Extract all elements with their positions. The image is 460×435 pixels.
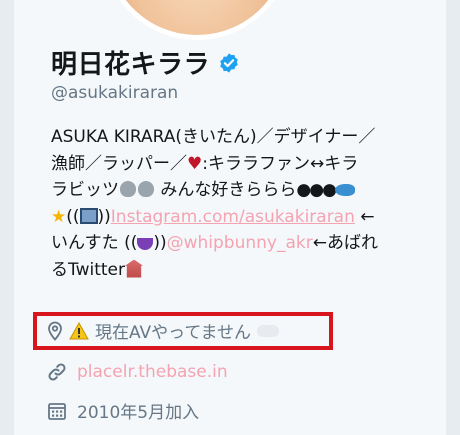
bio-line: ラビッツ みんな好きららら●●● (51, 177, 431, 204)
bio-text: ASUKA KIRARA(きいたん)／デザイナー／ (51, 127, 376, 147)
joined-text: 2010年5月加入 (77, 403, 200, 423)
rabbit-icon (138, 181, 154, 197)
rabbit-icon (120, 181, 136, 197)
star-icon: ★ (51, 206, 67, 227)
location-pin-icon (47, 321, 63, 341)
cloud-icon (256, 324, 279, 337)
frame-icon (79, 207, 98, 224)
verified-badge-icon (218, 52, 240, 74)
bio-text: (( (66, 206, 80, 227)
bio-line: るTwitter (51, 257, 431, 284)
hearts-icon: ●●● (296, 180, 336, 200)
instagram-link[interactable]: Instagram.com/asukakiraran (111, 207, 355, 227)
bio-text: ラビッツ (51, 180, 119, 200)
profile-location: 現在AVやってません (47, 318, 279, 343)
bikini-icon (137, 238, 154, 250)
bio-line: 漁師／ラッパー／♥:キララファン↔キラ (51, 151, 431, 178)
profile-joined: 2010年5月加入 (47, 398, 199, 423)
website-link[interactable]: placelr.thebase.in (77, 362, 228, 382)
name-row: 明日花キララ (51, 44, 240, 81)
profile-avatar[interactable] (102, 0, 292, 40)
profile-handle: @asukakiraran (51, 83, 179, 103)
location-text: 現在AVやってません (95, 323, 251, 343)
bio-text: 漁師／ラッパー／ (51, 153, 187, 174)
bio-text: いんすた (( (51, 233, 138, 253)
profile-website: placelr.thebase.in (47, 362, 228, 382)
profile-bio: ASUKA KIRARA(きいたん)／デザイナー／ 漁師／ラッパー／♥:キララフ… (51, 124, 431, 283)
mention-link[interactable]: @whipbunny_akr (167, 233, 313, 253)
heart-icon: ♥ (187, 153, 203, 174)
calendar-icon (47, 401, 67, 421)
bio-text: みんな好きららら (160, 180, 297, 200)
avatar-image (107, 0, 287, 35)
bio-text: )) (97, 206, 111, 227)
bio-text: ←あばれ (312, 233, 378, 253)
bio-line: いんすた (())@whipbunny_akr←あばれ (51, 230, 431, 257)
bio-line: ASUKA KIRARA(きいたん)／デザイナー／ (51, 124, 431, 151)
profile-card: 明日花キララ @asukakiraran ASUKA KIRARA(きいたん)／… (14, 0, 446, 435)
warning-icon (69, 321, 89, 340)
shrine-icon (124, 259, 143, 278)
bio-text: )) (153, 233, 167, 253)
bio-text: ← (354, 206, 375, 227)
fish-icon (334, 184, 355, 196)
link-icon (47, 362, 67, 382)
bio-text: るTwitter (51, 259, 125, 280)
profile-name: 明日花キララ (51, 50, 211, 80)
bio-line: ★(())Instagram.com/asukakiraran ← (51, 204, 431, 231)
bio-text: :キララファン↔キラ (202, 153, 359, 174)
